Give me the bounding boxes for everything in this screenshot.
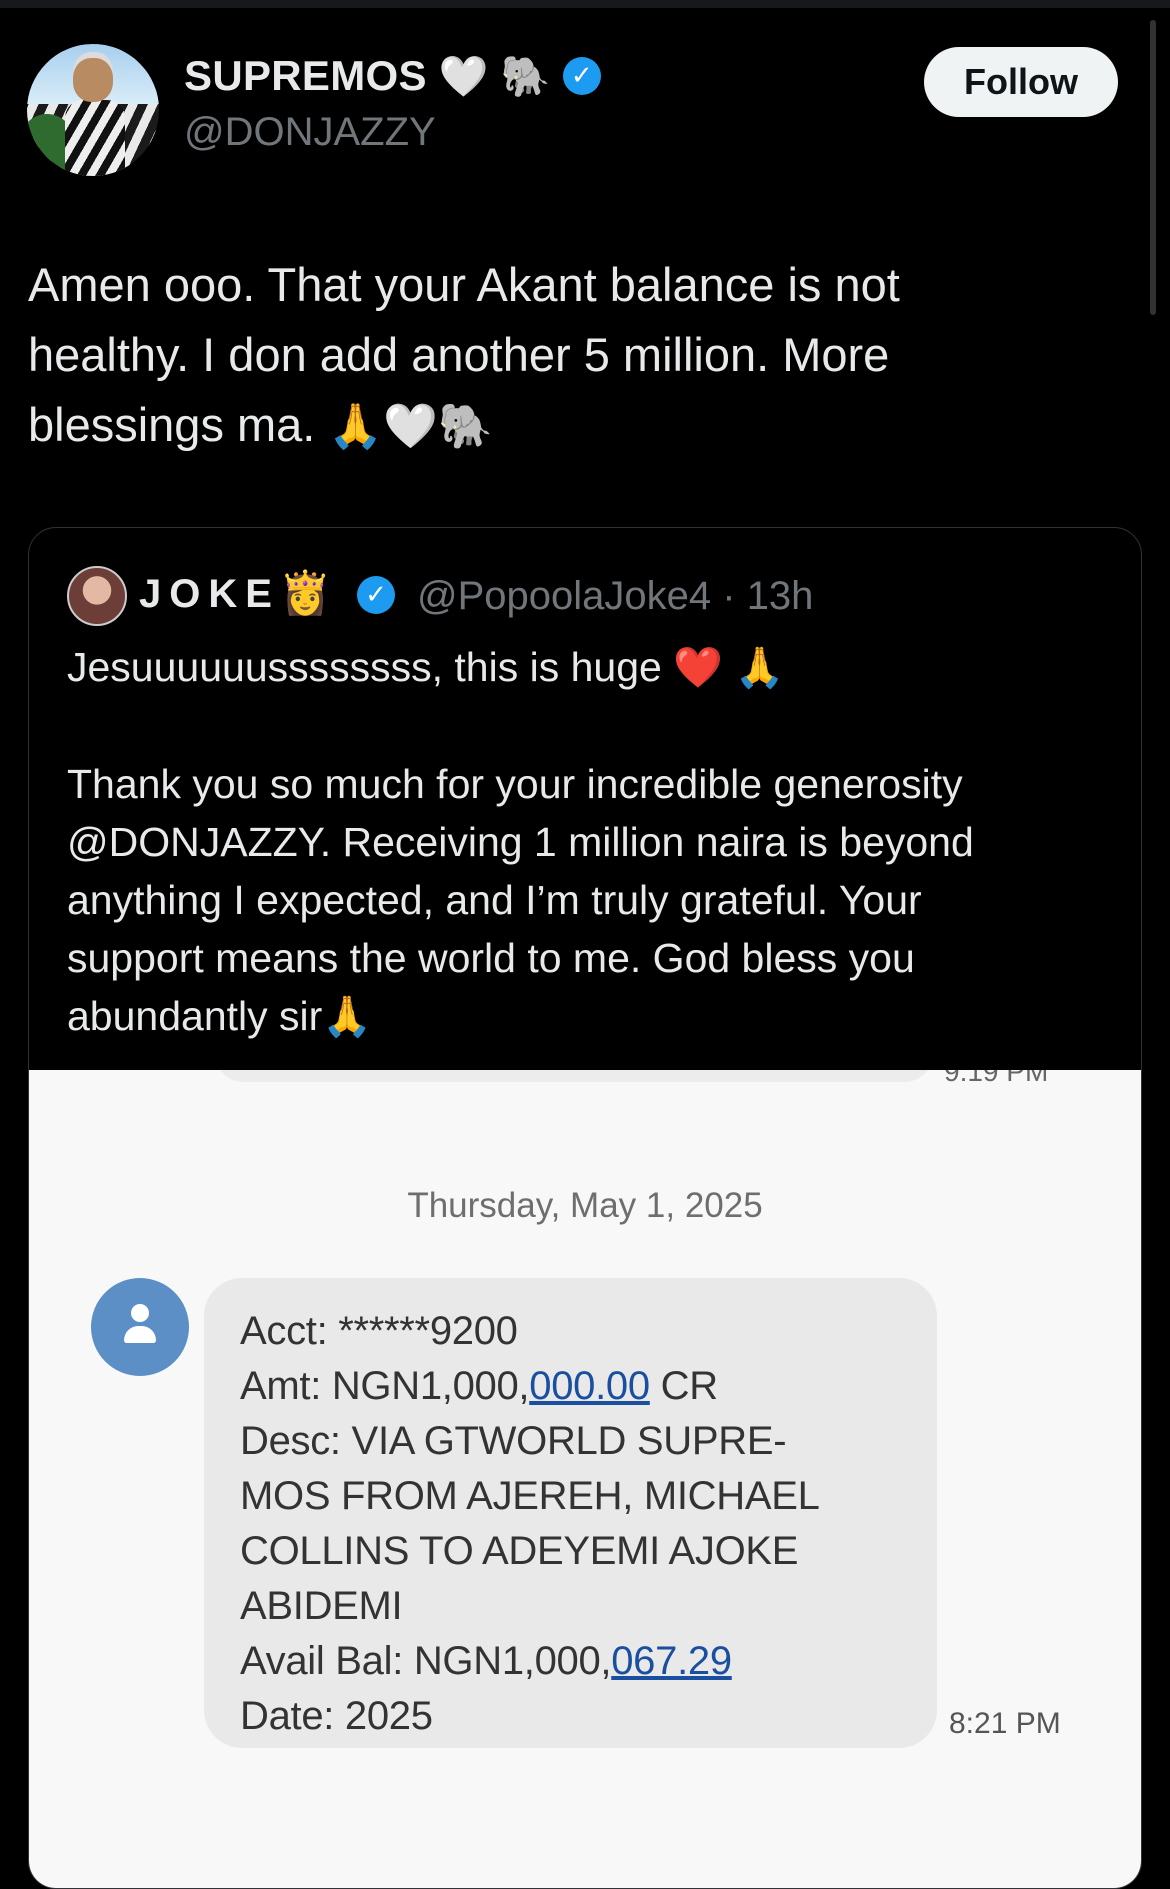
tweet-line: Amen ooo. That your Akant balance is not (28, 258, 900, 311)
top-divider (0, 0, 1170, 8)
quoted-line: @DONJAZZY. Receiving 1 million naira is … (67, 819, 974, 865)
amount-prefix: Amt: NGN1,000, (240, 1364, 530, 1408)
sms-balance: Avail Bal: NGN1,000,067.29 (240, 1634, 920, 1689)
sms-message-bubble: Acct: ******9200 Amt: NGN1,000,000.00 CR… (204, 1278, 937, 1748)
red-heart-icon: ❤️ (673, 645, 724, 691)
quoted-tweet-card[interactable]: JOKE 👸 ✓ @PopoolaJoke4 · 13h Jesuuuuuuss… (28, 527, 1142, 1889)
follow-button[interactable]: Follow (924, 47, 1118, 117)
author-name-row[interactable]: SUPREMOS 🤍 🐘 ✓ (184, 52, 601, 100)
balance-prefix: Avail Bal: NGN1,000, (240, 1639, 612, 1683)
sms-desc-line: COLLINS TO ADEYEMI AJOKE (240, 1529, 799, 1573)
author-handle[interactable]: @DONJAZZY (184, 110, 436, 155)
quoted-author-avatar (67, 566, 127, 626)
quoted-line: support means the world to me. God bless… (67, 935, 915, 981)
amount-link[interactable]: 000.00 (529, 1364, 650, 1408)
sms-time: 8:21 PM (949, 1707, 1061, 1740)
sms-desc-line: ABIDEMI (240, 1584, 403, 1628)
quoted-line: abundantly sir🙏 (67, 987, 1127, 1046)
sms-desc-line: Desc: VIA GTWORLD SUPRE- (240, 1419, 787, 1463)
white-heart-icon: 🤍 (438, 54, 489, 100)
avatar-shirt (65, 100, 125, 176)
tweet-text: Amen ooo. That your Akant balance is not… (28, 250, 1128, 462)
princess-icon: 👸 (279, 568, 332, 617)
sms-date-line: Date: 2025 (240, 1694, 433, 1738)
balance-link[interactable]: 067.29 (611, 1639, 732, 1683)
sms-date-header: Thursday, May 1, 2025 (407, 1186, 763, 1225)
author-avatar[interactable] (27, 44, 159, 176)
sms-amount: Amt: NGN1,000,000.00 CR (240, 1359, 920, 1414)
previous-message-bubble (214, 1070, 934, 1082)
quoted-handle-time: @PopoolaJoke4 · 13h (417, 574, 814, 618)
verified-badge-icon: ✓ (562, 57, 601, 95)
elephant-icon: 🐘 (438, 401, 493, 452)
quoted-tweet-text: Jesuuuuuussssssss, this is huge ❤️ 🙏 Tha… (67, 638, 1127, 1046)
white-heart-icon: 🤍 (383, 401, 439, 452)
praying-hands-icon: 🙏 (328, 401, 384, 452)
sms-message-text: Acct: ******9200 Amt: NGN1,000,000.00 CR… (240, 1304, 920, 1744)
contact-avatar-icon (91, 1278, 189, 1376)
tweet-line: blessings ma. (28, 398, 316, 451)
author-display-name[interactable]: SUPREMOS (184, 52, 427, 99)
quoted-first-line: Jesuuuuuussssssss, this is huge (67, 644, 662, 690)
previous-message-time: 9:19 PM (944, 1070, 1049, 1087)
sms-desc-line: MOS FROM AJEREH, MICHAEL (240, 1474, 820, 1518)
praying-hands-icon: 🙏 (734, 645, 785, 691)
person-icon-head (131, 1304, 149, 1322)
tweet-line-last: blessings ma. 🙏🤍🐘 (28, 390, 1128, 462)
elephant-icon: 🐘 (500, 54, 551, 100)
quoted-line: anything I expected, and I’m truly grate… (67, 877, 922, 923)
amount-suffix: CR (649, 1364, 718, 1408)
quoted-line: Thank you so much for your incredible ge… (67, 761, 963, 807)
verified-badge-icon: ✓ (357, 576, 395, 614)
sms-screenshot-media[interactable]: 9:19 PM Thursday, May 1, 2025 Acct: ****… (29, 1070, 1141, 1888)
quoted-line: Jesuuuuuussssssss, this is huge ❤️ 🙏 (67, 638, 1127, 697)
person-icon-body (124, 1326, 156, 1343)
praying-hands-icon: 🙏 (322, 994, 373, 1040)
quoted-last-line: abundantly sir (67, 993, 323, 1039)
quoted-author-name: JOKE (139, 572, 280, 616)
tweet-line: healthy. I don add another 5 million. Mo… (28, 328, 890, 381)
scrollbar[interactable] (1150, 20, 1156, 315)
sms-acct: Acct: ******9200 (240, 1309, 518, 1353)
